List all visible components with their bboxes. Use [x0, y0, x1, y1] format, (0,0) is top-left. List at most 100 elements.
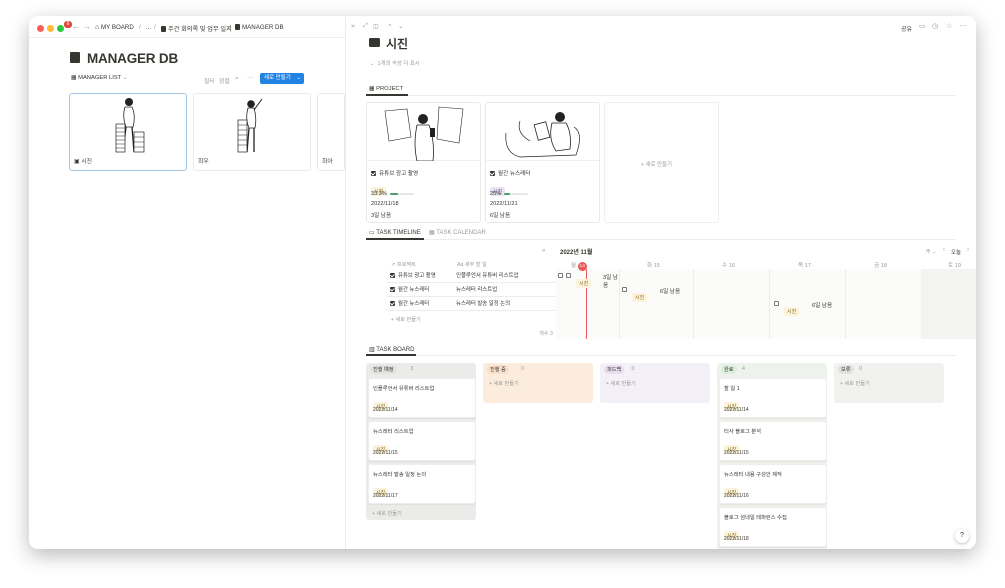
board-card[interactable]: 뉴스레터 내용 구성안 제작 시진 2022/11/16 — [719, 464, 827, 504]
side-peek-panel: » ⤢ ◫ ⌃ ⌄ 공유 ▭ ◷ ☆ ··· 시진 ⌄ 1개의 속성 더 표시 … — [345, 16, 976, 549]
board-new-card-button[interactable]: + 새로 만들기 — [606, 380, 636, 387]
due-date: 2022/11/18 — [371, 201, 399, 207]
gallery-card[interactable]: 희우 — [193, 93, 311, 171]
share-button[interactable]: 공유 — [901, 24, 912, 33]
board-card[interactable]: 뉴스레터 발송 일정 논의 시진 2022/11/17 — [368, 464, 476, 504]
sort-button[interactable]: 정렬 — [219, 76, 230, 85]
help-button[interactable]: ? — [955, 529, 969, 543]
page-icon — [161, 26, 166, 32]
app-window: 6 ← → ⌂ MY BOARD / ... / 주간 회의록 및 업무 일지 … — [29, 16, 976, 549]
board-card[interactable]: 티사 블로그 분석 시진 2022/11/15 — [719, 421, 827, 461]
page-title: MANAGER DB — [87, 51, 178, 66]
new-button[interactable]: 새로 만들기 ⌄ — [260, 73, 304, 84]
status-count: 0 — [859, 366, 862, 372]
search-icon[interactable]: ⌕ — [235, 75, 239, 83]
next-arrow-icon[interactable]: › — [967, 247, 969, 253]
today-button[interactable]: 오늘 — [951, 248, 961, 256]
gallery-icon: ▦ — [71, 75, 77, 81]
board-column: 완료 4 할 일 1 시진 2022/11/14 티사 블로그 분석 시진 2022/11/1… — [717, 363, 827, 549]
status-pill[interactable]: 진행 예정 — [370, 365, 397, 374]
progress-text: 25% — [490, 191, 502, 197]
timeline-scale-dropdown[interactable]: 주 ⌄ — [926, 248, 936, 255]
expand-icon[interactable]: ⤢ — [363, 23, 368, 30]
star-icon[interactable]: ☆ — [946, 22, 952, 30]
day-label: 화 15 — [647, 261, 660, 269]
chevron-down-icon: ⌄ — [370, 61, 375, 67]
comment-icon[interactable]: ▭ — [919, 22, 926, 30]
more-options-icon[interactable]: ··· — [959, 21, 967, 30]
day-number: 18 — [880, 263, 887, 269]
checkbox-icon — [558, 273, 563, 278]
tab-task-timeline[interactable]: ▭ TASK TIMELINE — [369, 229, 421, 236]
more-properties-label: 1개의 속성 더 표시 — [377, 61, 420, 67]
breadcrumb-home[interactable]: ⌂ MY BOARD — [95, 24, 134, 31]
timeline-bar[interactable]: 시진 6일 남음 — [774, 300, 854, 316]
breadcrumb-ellipsis[interactable]: ... — [146, 24, 151, 31]
board-new-card-button[interactable]: + 새로 만들기 — [372, 510, 402, 517]
timeline-bar[interactable]: 시진 3일 남음 — [558, 272, 618, 289]
database-icon — [70, 52, 80, 63]
board-new-card-button[interactable]: + 새로 만들기 — [840, 380, 870, 387]
board-card[interactable]: 블로그 섬네일 레퍼런스 수집 시진 2022/11/18 — [719, 507, 827, 547]
status-pill[interactable]: 피드백 — [604, 365, 625, 374]
back-arrow-icon[interactable]: ← — [72, 22, 80, 31]
day-label: 목 17 — [798, 261, 811, 269]
checkbox-icon — [490, 170, 495, 176]
status-count: 3 — [410, 366, 414, 372]
remaining-days: 3일 남음 — [371, 213, 392, 219]
tab-label: TASK CALENDAR — [436, 230, 486, 236]
tab-label: TASK TIMELINE — [376, 230, 421, 236]
gallery-card[interactable]: ▣ 시진 — [69, 93, 187, 171]
collapse-table-icon[interactable]: « — [542, 248, 545, 254]
breadcrumb-parent[interactable]: 주간 회의록 및 업무 일지 — [161, 24, 232, 33]
new-project-card[interactable]: + 새로 만들기 — [604, 102, 719, 223]
breadcrumb-separator: / — [139, 24, 141, 31]
forward-arrow-icon[interactable]: → — [83, 22, 91, 31]
project-card[interactable]: 유튜브 광고 촬영 시진 33.3% 2022/11/18 3일 남음 — [366, 102, 481, 223]
view-selector[interactable]: ▦ MANAGER LIST ⌄ — [71, 75, 128, 81]
progress-bar — [504, 192, 529, 195]
board-card[interactable]: 뉴스레터 리스트업 시진 2022/11/15 — [368, 421, 476, 461]
view-name: MANAGER LIST — [78, 75, 122, 81]
board-new-card-button[interactable]: + 새로 만들기 — [489, 380, 519, 387]
project-view-label: PROJECT — [376, 86, 404, 92]
gallery-card[interactable]: 희아 — [317, 93, 345, 171]
record-title: 시진 — [386, 37, 409, 51]
breadcrumb-current[interactable]: MANAGER DB — [235, 24, 284, 31]
grid-line — [693, 269, 694, 339]
chevron-up-icon[interactable]: ⌃ — [387, 23, 393, 31]
timeline-new-row[interactable]: + 새로 만들기 — [391, 316, 421, 323]
card-illustration — [70, 94, 186, 154]
more-properties-toggle[interactable]: ⌄ 1개의 속성 더 표시 — [370, 59, 420, 67]
day-label: 수 16 — [722, 261, 735, 269]
tab-task-calendar[interactable]: ▦ TASK CALENDAR — [429, 229, 486, 236]
board-card[interactable]: 할 일 1 시진 2022/11/14 — [719, 378, 827, 418]
progress-bar — [389, 192, 414, 195]
project-name: 월간 뉴스레터 — [490, 169, 530, 177]
day-of-week: 월 — [571, 263, 577, 269]
status-pill[interactable]: 완료 — [721, 365, 737, 374]
chevron-down-icon[interactable]: ⌄ — [398, 22, 404, 30]
status-pill[interactable]: 보류 — [838, 365, 854, 374]
history-icon[interactable]: ◷ — [932, 22, 938, 30]
day-label: 월 14 — [571, 261, 587, 271]
progress-field: 33.3% — [371, 191, 414, 197]
card-title: 희우 — [198, 159, 209, 165]
collapse-panel-icon[interactable]: » — [351, 23, 355, 30]
card-title: 희아 — [322, 159, 333, 165]
prev-arrow-icon[interactable]: ‹ — [943, 247, 945, 253]
open-as-page-icon[interactable]: ◫ — [373, 23, 379, 30]
card-illustration — [486, 103, 599, 161]
timeline-icon: ▭ — [369, 230, 375, 236]
timeline-bar[interactable]: 시진 6일 남음 — [622, 286, 702, 302]
status-pill[interactable]: 진행 중 — [487, 365, 509, 374]
more-options-icon[interactable]: ··· — [247, 74, 254, 81]
task-board-tab[interactable]: ▥ TASK BOARD — [369, 346, 414, 353]
board-card[interactable]: 인플루언서 유튜버 리스트업 시진 2022/11/14 — [368, 378, 476, 418]
active-tab-underline — [366, 94, 408, 96]
project-view-tab[interactable]: ▦ PROJECT — [369, 86, 403, 92]
relation-icon: ↗ — [391, 262, 396, 268]
row-task: 인플루언서 유튜버 리스트업 — [456, 273, 519, 279]
filter-button[interactable]: 필터 — [204, 76, 215, 85]
project-card[interactable]: 월간 뉴스레터 시진 25% 2022/11/21 6일 남음 — [485, 102, 600, 223]
